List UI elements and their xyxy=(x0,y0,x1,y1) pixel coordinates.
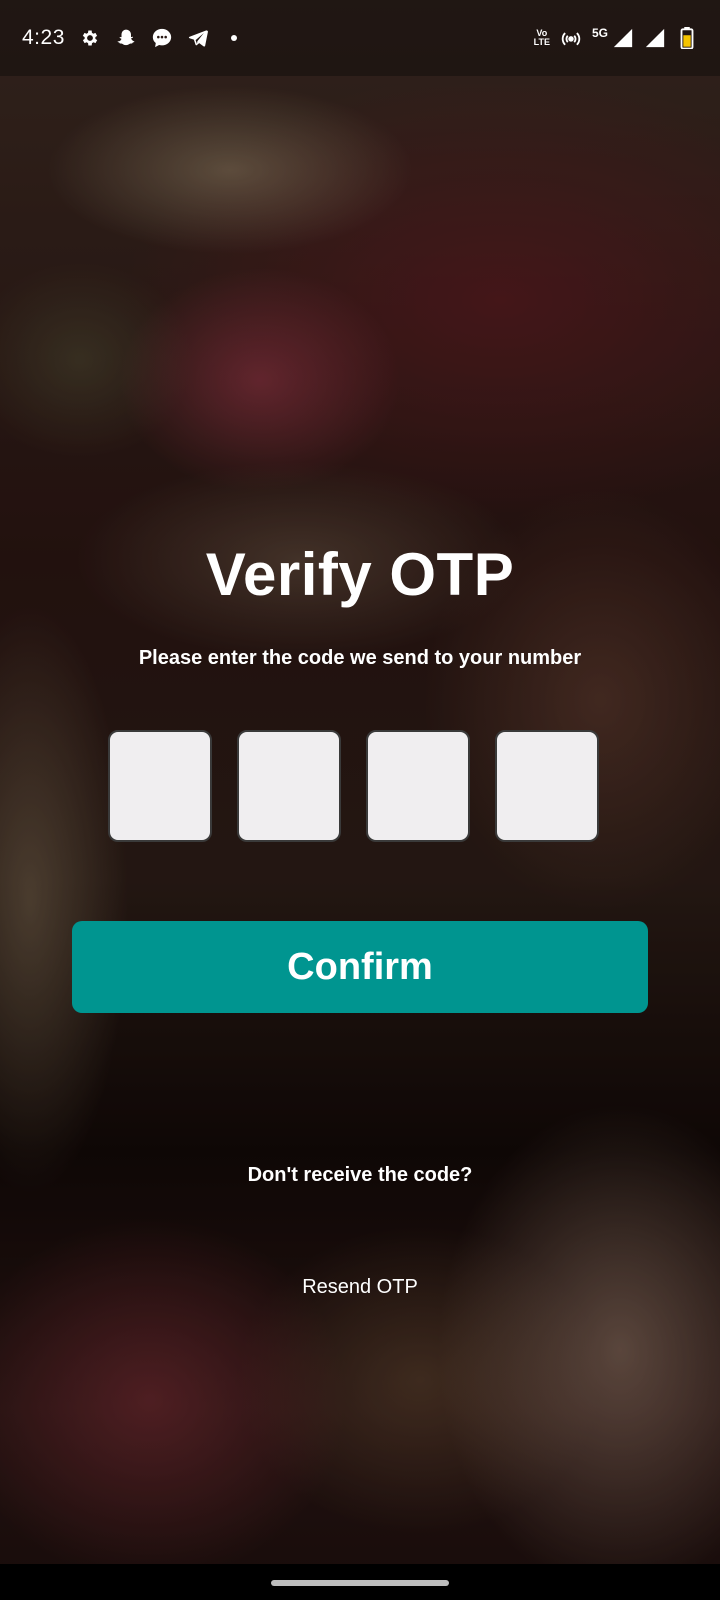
no-code-text: Don't receive the code? xyxy=(247,1164,473,1186)
confirm-button[interactable]: Confirm xyxy=(72,921,648,1013)
network-type: 5G xyxy=(591,26,608,40)
hotspot-icon xyxy=(560,27,582,49)
home-gesture-handle[interactable] xyxy=(271,1580,449,1586)
signal-icon xyxy=(644,27,666,49)
status-right: Vo LTE 5G xyxy=(534,26,698,49)
otp-content: Verify OTP Please enter the code we send… xyxy=(0,540,720,1298)
resend-otp-link[interactable]: Resend OTP xyxy=(302,1276,418,1298)
page-title: Verify OTP xyxy=(205,541,515,608)
chat-bubble-icon xyxy=(151,27,173,49)
otp-digit-3[interactable] xyxy=(366,730,470,842)
battery-icon xyxy=(676,27,698,49)
navigation-bar xyxy=(0,1564,720,1600)
signal-icon xyxy=(612,27,634,49)
status-bar: 4:23 Vo LTE 5G xyxy=(0,0,720,76)
otp-digit-4[interactable] xyxy=(495,730,599,842)
dot-icon xyxy=(223,27,245,49)
gear-icon xyxy=(79,27,101,49)
otp-screen: 4:23 Vo LTE 5G Verify OTP Please enter t… xyxy=(0,0,720,1600)
resend-row: Resend OTP xyxy=(0,1276,720,1299)
volte-indicator: Vo LTE xyxy=(534,29,550,47)
page-subtitle: Please enter the code we send to your nu… xyxy=(138,647,582,669)
otp-digit-1[interactable] xyxy=(108,730,212,842)
status-time: 4:23 xyxy=(22,26,65,49)
snapchat-icon xyxy=(115,27,137,49)
status-left: 4:23 xyxy=(22,26,245,50)
otp-input-row xyxy=(108,730,599,842)
otp-digit-2[interactable] xyxy=(237,730,341,842)
volte-bottom: LTE xyxy=(533,37,550,47)
telegram-icon xyxy=(187,27,209,49)
